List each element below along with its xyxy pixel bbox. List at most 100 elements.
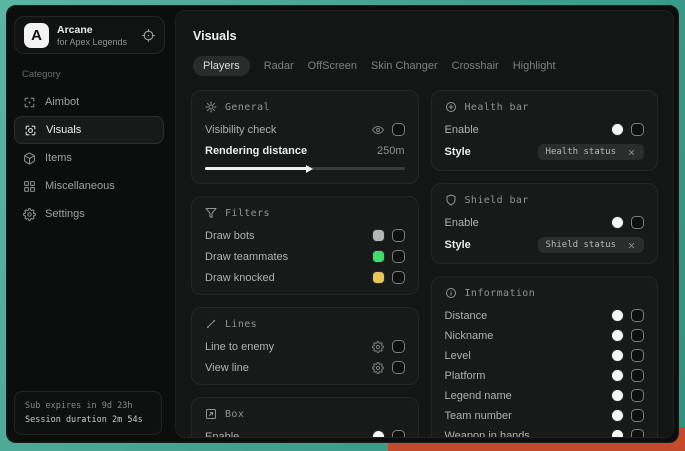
card-health-bar: Health bar Enable Style: [431, 90, 659, 171]
brand-card: A Arcane for Apex Legends: [14, 16, 165, 54]
card-lines-header: Lines: [205, 318, 405, 330]
close-icon[interactable]: [627, 148, 636, 157]
checkbox[interactable]: [631, 349, 644, 362]
diagonal-line-icon: [205, 318, 217, 330]
checkbox[interactable]: [631, 429, 644, 438]
color-swatch[interactable]: [612, 350, 623, 361]
checkbox[interactable]: [631, 216, 644, 229]
sidebar-item-items[interactable]: Items: [14, 144, 164, 172]
setting-label: Nickname: [445, 330, 494, 342]
slider-fill: [205, 167, 309, 170]
color-swatch[interactable]: [612, 124, 623, 135]
card-title: Box: [225, 409, 244, 420]
checkbox[interactable]: [631, 123, 644, 136]
checkbox[interactable]: [631, 329, 644, 342]
checkbox[interactable]: [392, 229, 405, 242]
color-swatch[interactable]: [373, 272, 384, 283]
setting-row-rendering-distance: Rendering distance 250m: [205, 144, 405, 157]
color-swatch[interactable]: [612, 217, 623, 228]
page-title: Visuals: [193, 29, 658, 43]
setting-label: Rendering distance: [205, 145, 307, 157]
target-icon[interactable]: [142, 29, 155, 42]
shield-style-select[interactable]: Shield status: [538, 237, 644, 253]
tab-radar[interactable]: Radar: [264, 56, 294, 76]
setting-label: Enable: [445, 217, 479, 229]
setting-row-legend-name: Legend name: [445, 389, 645, 402]
color-swatch[interactable]: [373, 431, 384, 438]
health-style-select[interactable]: Health status: [538, 144, 644, 160]
close-icon[interactable]: [627, 241, 636, 250]
checkbox[interactable]: [392, 361, 405, 374]
color-swatch[interactable]: [612, 310, 623, 321]
setting-row-line-to-enemy: Line to enemy: [205, 340, 405, 353]
color-swatch[interactable]: [612, 410, 623, 421]
color-swatch[interactable]: [612, 390, 623, 401]
tab-highlight[interactable]: Highlight: [513, 56, 556, 76]
app-name: Arcane: [57, 24, 127, 36]
app-window: A Arcane for Apex Legends Category Aimbo…: [6, 5, 679, 443]
setting-row-health-style: Style Health status: [445, 144, 645, 160]
sidebar-item-label: Visuals: [46, 124, 81, 136]
card-general: General Visibility check Rendering dista…: [191, 90, 419, 184]
tab-crosshair[interactable]: Crosshair: [452, 56, 499, 76]
select-value: Health status: [546, 147, 616, 157]
checkbox[interactable]: [392, 250, 405, 263]
checkbox[interactable]: [392, 340, 405, 353]
slider-value: 250m: [377, 145, 405, 157]
card-general-header: General: [205, 101, 405, 113]
setting-row-team-number: Team number: [445, 409, 645, 422]
setting-label: Legend name: [445, 390, 512, 402]
setting-label: Visibility check: [205, 124, 276, 136]
checkbox[interactable]: [392, 271, 405, 284]
checkbox[interactable]: [631, 369, 644, 382]
checkbox[interactable]: [631, 409, 644, 422]
color-swatch[interactable]: [612, 430, 623, 438]
sidebar-item-miscellaneous[interactable]: Miscellaneous: [14, 172, 164, 200]
checkbox[interactable]: [392, 123, 405, 136]
color-swatch[interactable]: [373, 251, 384, 262]
grid-icon: [23, 180, 36, 193]
setting-row-draw-teammates: Draw teammates: [205, 250, 405, 263]
setting-label: Weapon in hands: [445, 430, 530, 439]
sidebar-item-label: Settings: [45, 208, 85, 220]
checkbox[interactable]: [392, 430, 405, 438]
setting-label: Distance: [445, 310, 488, 322]
card-lines: Lines Line to enemy View line: [191, 307, 419, 385]
gear-icon[interactable]: [372, 362, 384, 374]
checkbox[interactable]: [631, 309, 644, 322]
sidebar: A Arcane for Apex Legends Category Aimbo…: [7, 6, 171, 442]
card-box-header: Box: [205, 408, 405, 420]
card-filters-header: Filters: [205, 207, 405, 219]
tab-bar: Players Radar OffScreen Skin Changer Cro…: [193, 56, 658, 76]
app-logo: A: [24, 23, 49, 48]
main-panel: Visuals Players Radar OffScreen Skin Cha…: [175, 10, 674, 438]
session-duration-text: Session duration 2m 54s: [25, 413, 151, 427]
setting-row-view-line: View line: [205, 361, 405, 374]
color-swatch[interactable]: [612, 330, 623, 341]
tab-skin-changer[interactable]: Skin Changer: [371, 56, 438, 76]
tab-offscreen[interactable]: OffScreen: [308, 56, 357, 76]
color-swatch[interactable]: [373, 230, 384, 241]
tab-players[interactable]: Players: [193, 56, 250, 76]
slider-thumb[interactable]: [306, 165, 313, 173]
gear-icon[interactable]: [372, 341, 384, 353]
scan-eye-icon: [24, 124, 37, 137]
sidebar-item-aimbot[interactable]: Aimbot: [14, 88, 164, 116]
card-information: Information Distance Nickname: [431, 276, 659, 438]
rendering-distance-slider[interactable]: [205, 164, 405, 173]
setting-row-nickname: Nickname: [445, 329, 645, 342]
category-label: Category: [22, 69, 171, 80]
setting-row-weapon-in-hands: Weapon in hands: [445, 429, 645, 438]
color-swatch[interactable]: [612, 370, 623, 381]
package-icon: [23, 152, 36, 165]
setting-row-box-enable: Enable: [205, 430, 405, 438]
app-subtitle: for Apex Legends: [57, 37, 127, 47]
card-box: Box Enable Enable background: [191, 397, 419, 438]
sidebar-item-settings[interactable]: Settings: [14, 200, 164, 228]
checkbox[interactable]: [631, 389, 644, 402]
info-icon: [445, 287, 457, 299]
setting-label: Line to enemy: [205, 341, 274, 353]
sidebar-item-visuals[interactable]: Visuals: [14, 116, 164, 144]
setting-row-shield-enable: Enable: [445, 216, 645, 229]
eye-icon[interactable]: [372, 124, 384, 136]
